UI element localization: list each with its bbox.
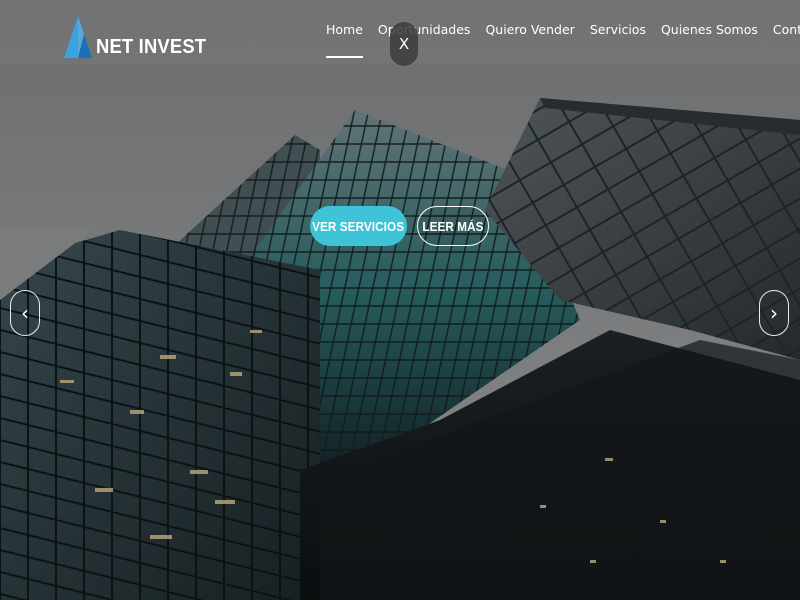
slider-next-button[interactable]: › (759, 290, 789, 336)
ver-servicios-button[interactable]: VER SERVICIOS (310, 206, 407, 246)
brand-logo[interactable]: NET INVEST (64, 14, 206, 60)
triangle-logo-icon (64, 16, 92, 58)
chevron-left-icon: ‹ (21, 301, 29, 325)
hero-background-image (0, 0, 800, 600)
leer-mas-button[interactable]: LEER MÁS (417, 206, 489, 246)
slider-prev-button[interactable]: ‹ (10, 290, 40, 336)
nav-quienes-somos[interactable]: Quienes Somos (661, 22, 758, 47)
leer-mas-label: LEER MÁS (422, 218, 484, 234)
ver-servicios-label: VER SERVICIOS (312, 218, 405, 234)
brand-name: NET INVEST (96, 36, 207, 58)
chevron-right-icon: › (770, 301, 778, 325)
nav-contactos[interactable]: Contactos (773, 22, 800, 47)
nav-home[interactable]: Home (326, 22, 363, 58)
nav-quiero-vender[interactable]: Quiero Vender (485, 22, 574, 47)
nav-servicios[interactable]: Servicios (590, 22, 646, 47)
close-overlay-button[interactable]: X (390, 22, 418, 66)
